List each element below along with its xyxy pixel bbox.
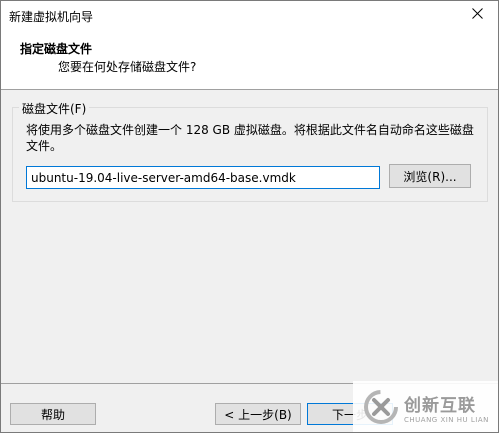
new-vm-wizard-window: 新建虚拟机向导 指定磁盘文件 您要在何处存储磁盘文件? 磁盘文件(F) 将使用多… bbox=[0, 0, 499, 433]
wizard-header: 指定磁盘文件 您要在何处存储磁盘文件? bbox=[1, 31, 498, 90]
brand-watermark: 创新互联 CHUANG XIN HU LIAN bbox=[353, 381, 498, 432]
disk-file-group-label: 磁盘文件(F) bbox=[19, 100, 90, 117]
title-bar: 新建虚拟机向导 bbox=[1, 1, 498, 31]
disk-file-description: 将使用多个磁盘文件创建一个 128 GB 虚拟磁盘。将根据此文件名自动命名这些磁… bbox=[26, 123, 474, 153]
brand-logo-icon bbox=[363, 389, 399, 425]
page-title: 指定磁盘文件 bbox=[20, 42, 93, 56]
help-button[interactable]: 帮助 bbox=[10, 403, 96, 425]
brand-text: 创新互联 CHUANG XIN HU LIAN bbox=[404, 391, 489, 424]
page-subtitle: 您要在何处存储磁盘文件? bbox=[58, 60, 197, 74]
browse-button[interactable]: 浏览(R)... bbox=[389, 164, 471, 188]
brand-name-en: CHUANG XIN HU LIAN bbox=[404, 415, 489, 424]
window-title: 新建虚拟机向导 bbox=[9, 10, 94, 24]
brand-name-cn: 创新互联 bbox=[404, 395, 476, 416]
close-icon bbox=[471, 8, 483, 22]
disk-file-group: 磁盘文件(F) 将使用多个磁盘文件创建一个 128 GB 虚拟磁盘。将根据此文件… bbox=[12, 100, 488, 202]
previous-button[interactable]: < 上一步(B) bbox=[215, 403, 301, 425]
close-button[interactable] bbox=[468, 6, 486, 24]
disk-file-path-input[interactable] bbox=[26, 166, 380, 189]
